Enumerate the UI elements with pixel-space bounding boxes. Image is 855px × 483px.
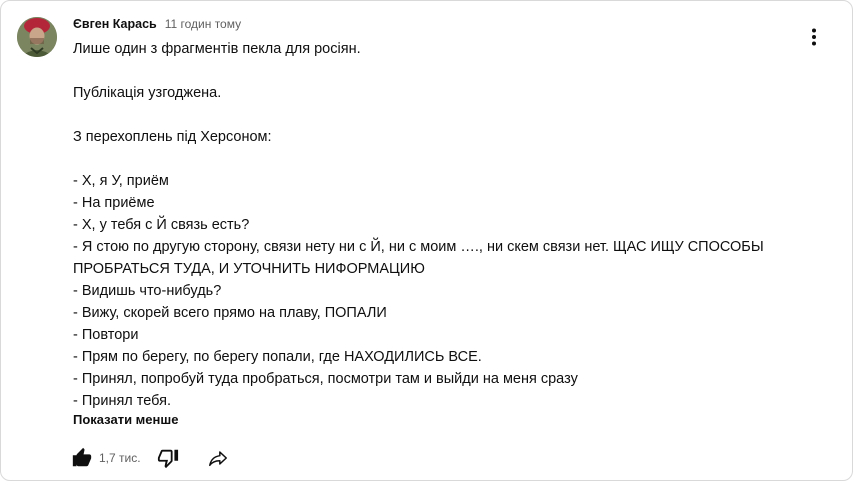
comment-line [73,148,773,170]
comment-line: - Вижу, скорей всего прямо на плаву, ПОП… [73,305,387,321]
like-count: 1,7 тис. [99,451,141,465]
more-vert-icon [812,28,816,46]
thumb-up-filled-icon [72,447,92,467]
comment-actions: 1,7 тис. [69,445,231,471]
comment-line: - Х, я У, приём [73,173,169,189]
comment-header: Євген Карась 11 годин тому [73,17,241,31]
avatar-image [17,17,57,57]
comment-line: З перехоплень під Херсоном: [73,129,272,145]
like-button[interactable] [69,445,95,471]
share-button[interactable] [205,445,231,471]
comment-card: Євген Карась 11 годин тому Лише один з ф… [0,0,853,481]
dislike-button[interactable] [155,445,181,471]
comment-line: - На приёме [73,195,155,211]
comment-line: Лише один з фрагментів пекла для росіян. [73,41,361,57]
comment-line: - Х, у тебя с Й связь есть? [73,217,250,233]
comment-line: - Принял, попробуй туда пробраться, посм… [73,371,578,387]
comment-line: - Принял тебя. [73,393,172,409]
show-less-button[interactable]: Показати менше [73,412,178,427]
comment-text: Лише один з фрагментів пекла для росіян.… [73,38,773,412]
comment-line: - Повтори [73,327,139,343]
comment-timestamp[interactable]: 11 годин тому [165,17,241,31]
comment-line: - Я стою по другую сторону, связи нету н… [73,239,764,277]
avatar[interactable] [17,17,57,57]
comment-line [73,104,773,126]
more-options-button[interactable] [801,25,827,51]
comment-line: Публікація узгоджена. [73,85,222,101]
share-arrow-icon [208,451,227,467]
comment-line: - Видишь что-нибудь? [73,283,222,299]
thumb-down-outline-icon [157,449,178,469]
comment-line: - Прям по берегу, по берегу попали, где … [73,349,482,365]
comment-line [73,60,773,82]
author-name[interactable]: Євген Карась [73,17,157,31]
